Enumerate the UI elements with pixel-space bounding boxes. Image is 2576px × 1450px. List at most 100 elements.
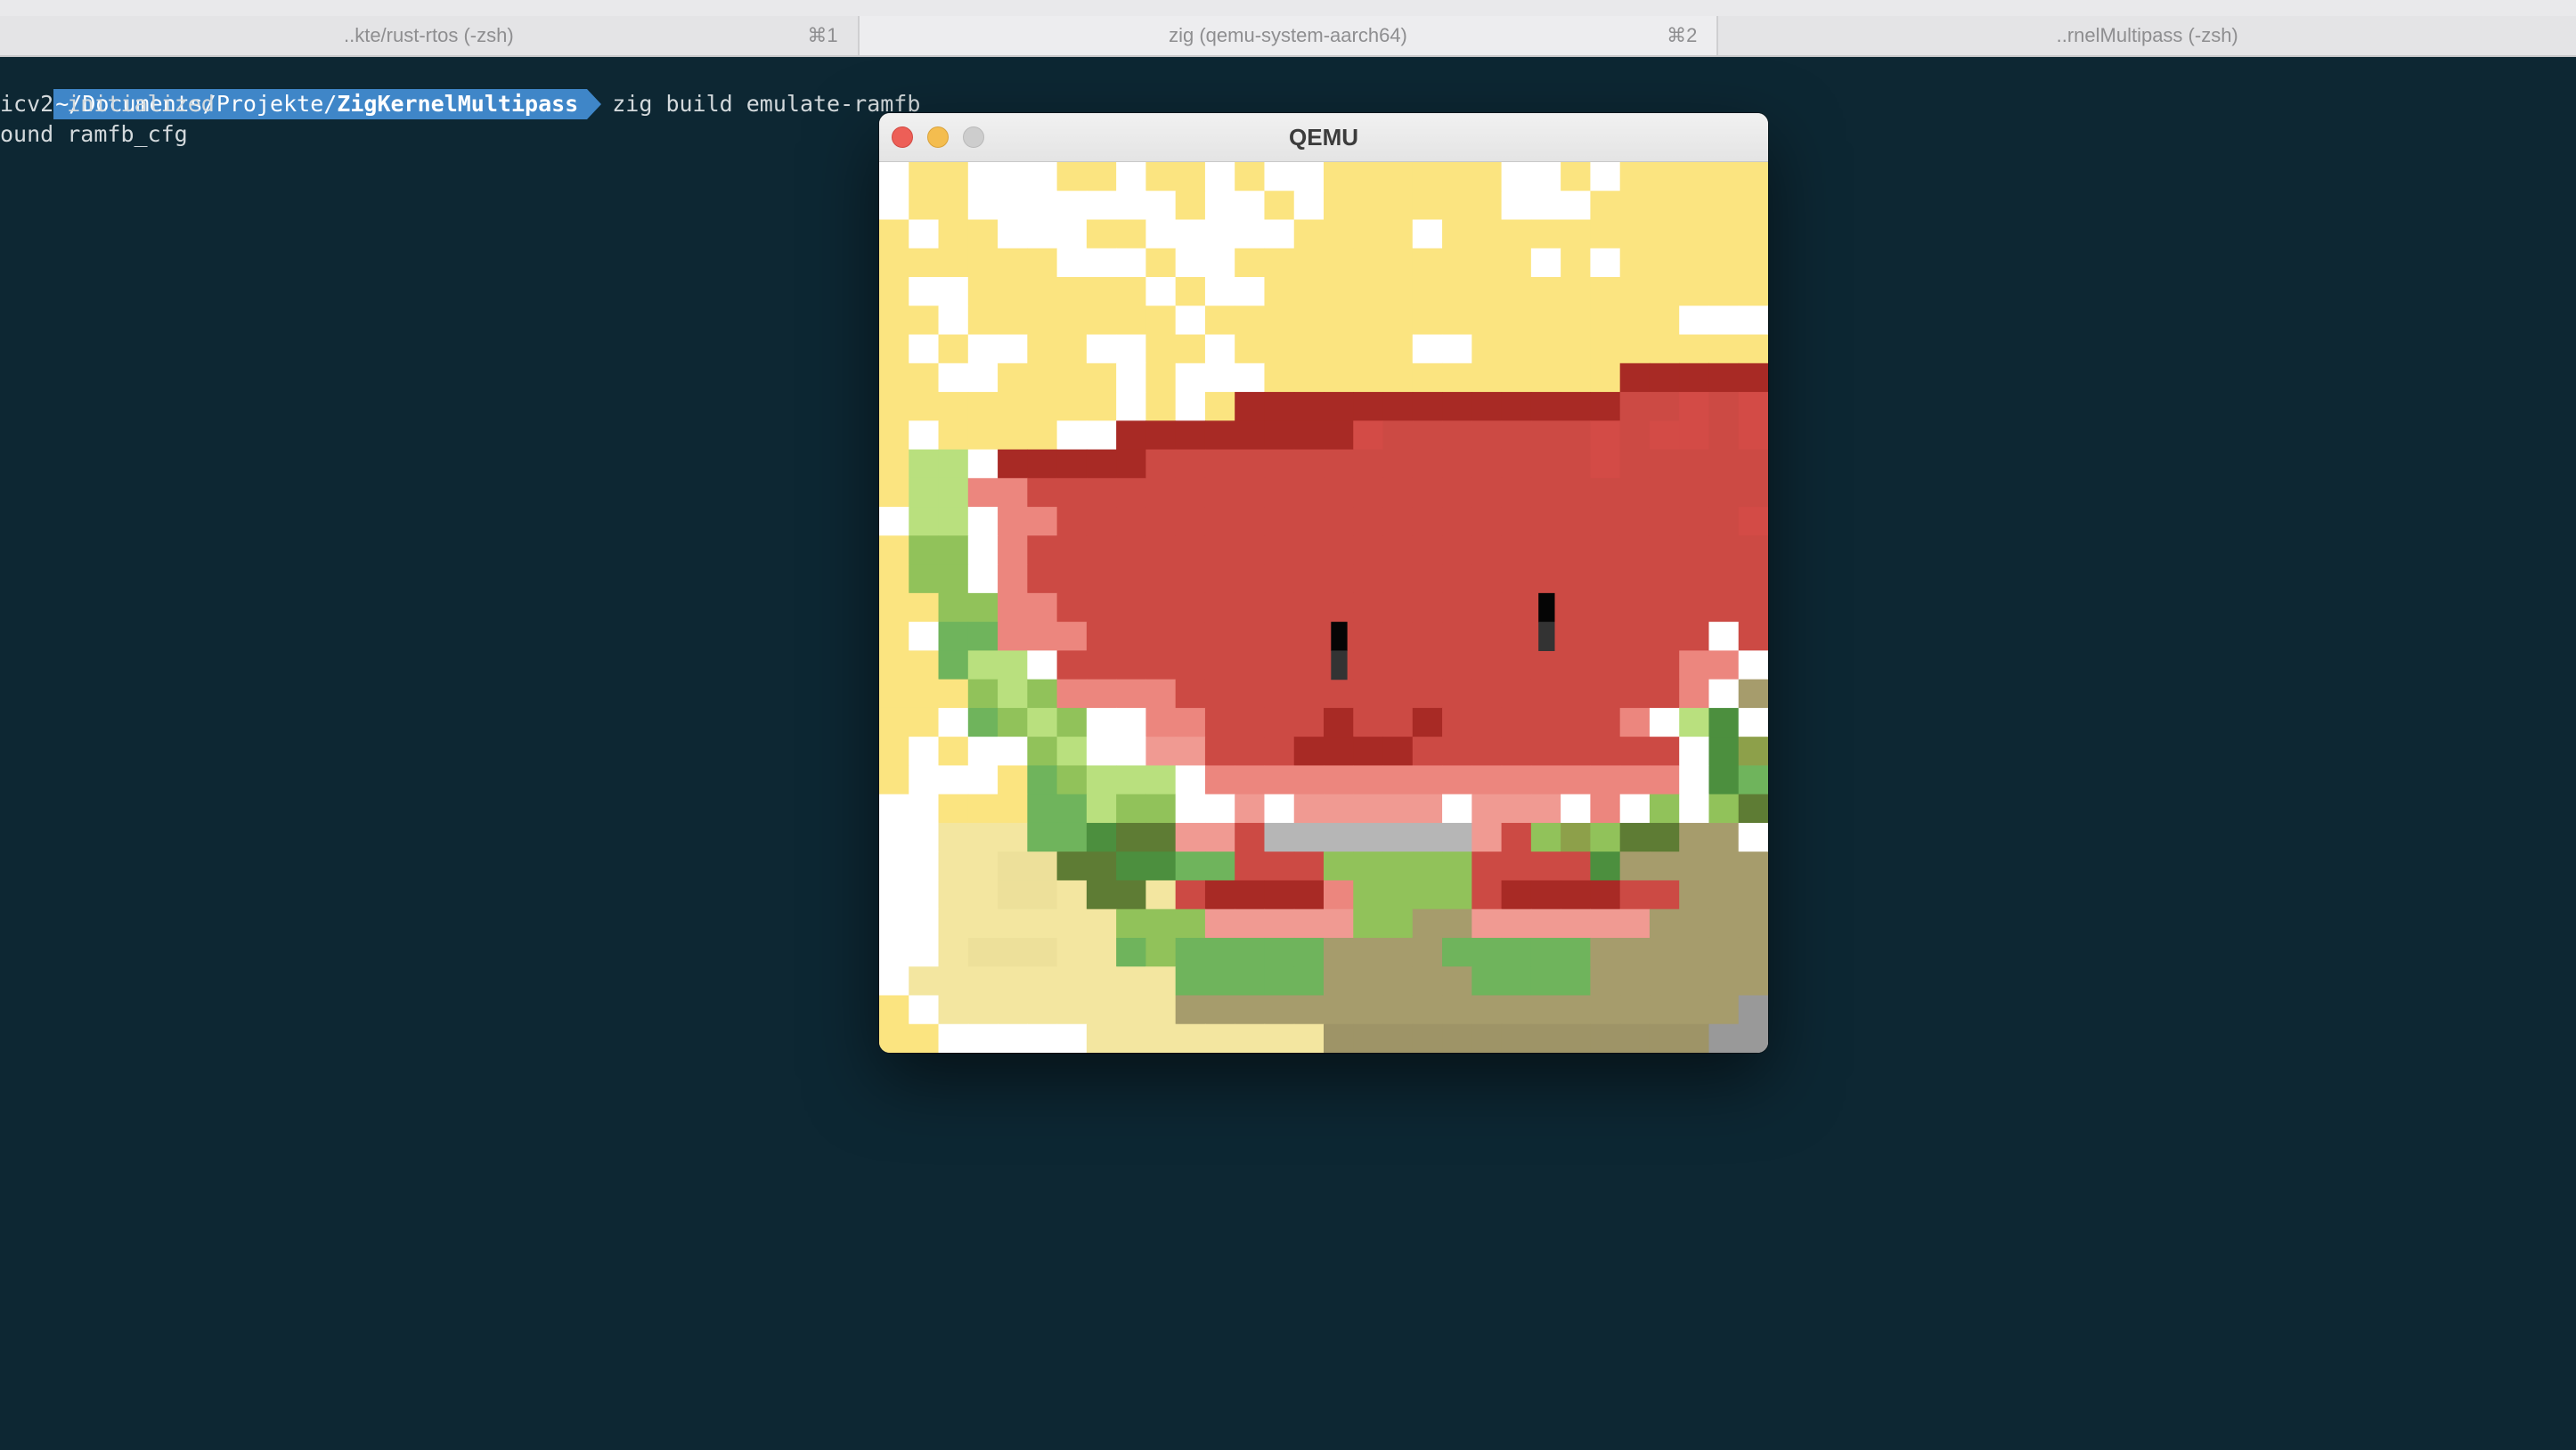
fb-pixel <box>967 535 999 566</box>
fb-pixel <box>938 908 969 939</box>
fb-pixel <box>1145 794 1177 824</box>
fb-pixel <box>967 191 999 221</box>
fb-pixel <box>1235 162 1266 191</box>
fb-pixel <box>998 622 1028 651</box>
fb-pixel <box>1561 650 1591 680</box>
fb-pixel <box>1293 650 1325 680</box>
fb-pixel <box>1619 477 1651 508</box>
fb-pixel <box>1145 535 1177 566</box>
fb-pixel <box>967 880 999 910</box>
fb-pixel <box>998 535 1028 566</box>
fb-pixel <box>1056 995 1088 1025</box>
fb-pixel <box>1264 248 1295 278</box>
fb-pixel <box>1412 592 1443 623</box>
fb-pixel <box>1175 535 1206 566</box>
fb-pixel <box>1056 966 1088 997</box>
fb-pixel <box>1679 737 1710 767</box>
fb-pixel <box>938 191 969 221</box>
fb-pixel <box>938 219 969 249</box>
qemu-titlebar[interactable]: QEMU <box>879 113 1768 162</box>
fb-pixel <box>1204 592 1235 623</box>
fb-pixel <box>1353 248 1384 278</box>
fb-pixel <box>1738 737 1768 767</box>
fb-pixel <box>879 851 909 882</box>
fb-pixel <box>1056 650 1088 680</box>
fb-pixel <box>1679 851 1710 882</box>
fb-pixel <box>1324 880 1354 910</box>
fb-pixel <box>1442 880 1472 910</box>
fb-pixel <box>1353 392 1384 421</box>
fb-pixel <box>1264 765 1295 795</box>
fb-pixel <box>1324 564 1354 594</box>
fb-pixel <box>1738 392 1768 421</box>
fb-pixel <box>1679 305 1710 336</box>
fb-pixel <box>1471 191 1503 221</box>
fb-pixel <box>938 449 969 479</box>
fb-pixel <box>1264 449 1295 479</box>
fb-pixel <box>1561 737 1591 767</box>
fb-pixel <box>1145 765 1177 795</box>
fb-pixel <box>1442 535 1472 566</box>
fb-pixel <box>1649 592 1680 623</box>
fb-pixel <box>1382 219 1414 249</box>
fb-pixel <box>1027 650 1058 680</box>
fb-pixel <box>967 162 999 191</box>
fb-pixel <box>909 592 940 623</box>
fb-pixel <box>1442 420 1472 451</box>
fb-pixel <box>909 851 940 882</box>
terminal-tab-bar: ..kte/rust-rtos (-zsh) ⌘1 zig (qemu-syst… <box>0 16 2576 57</box>
fb-pixel <box>1471 880 1503 910</box>
fb-pixel <box>1116 622 1146 651</box>
fb-pixel <box>1619 650 1651 680</box>
fb-pixel <box>1708 162 1740 191</box>
fb-pixel <box>1264 477 1295 508</box>
fb-pixel <box>1708 622 1740 651</box>
fb-pixel <box>1530 219 1561 249</box>
fb-pixel <box>1086 334 1117 364</box>
fb-pixel <box>1264 937 1295 967</box>
fb-pixel <box>1204 1023 1235 1053</box>
fb-pixel <box>1027 995 1058 1025</box>
fb-pixel <box>967 564 999 594</box>
tab-zig-qemu[interactable]: zig (qemu-system-aarch64) ⌘2 <box>859 16 1719 55</box>
fb-pixel <box>1235 219 1266 249</box>
fb-pixel <box>1264 1023 1295 1053</box>
fb-pixel <box>1027 880 1058 910</box>
framebuffer-display[interactable] <box>879 162 1768 1053</box>
fb-pixel <box>1353 707 1384 737</box>
fb-pixel <box>1293 248 1325 278</box>
fb-pixel <box>1619 162 1651 191</box>
fb-pixel <box>879 966 909 997</box>
fb-pixel <box>1324 449 1354 479</box>
fb-pixel <box>1235 191 1266 221</box>
fb-pixel <box>1649 737 1680 767</box>
fb-pixel <box>1561 622 1591 651</box>
fb-pixel <box>1530 449 1561 479</box>
fb-pixel <box>909 880 940 910</box>
fb-pixel <box>1116 592 1146 623</box>
fb-pixel <box>1324 592 1354 623</box>
fb-pixel <box>938 707 969 737</box>
fb-pixel <box>1679 277 1710 306</box>
fb-pixel <box>1530 794 1561 824</box>
fb-pixel <box>1412 1023 1443 1053</box>
qemu-window[interactable]: QEMU <box>879 113 1768 1053</box>
fb-pixel <box>998 908 1028 939</box>
fb-pixel <box>879 449 909 479</box>
fb-pixel <box>998 334 1028 364</box>
fb-pixel <box>879 622 909 651</box>
fb-pixel <box>1738 765 1768 795</box>
fb-pixel <box>909 535 940 566</box>
fb-pixel <box>1086 191 1117 221</box>
fb-pixel <box>1353 305 1384 336</box>
fb-pixel <box>1442 191 1472 221</box>
fb-pixel <box>1501 248 1532 278</box>
fb-pixel <box>1382 707 1414 737</box>
tab-rust-rtos[interactable]: ..kte/rust-rtos (-zsh) ⌘1 <box>0 16 860 55</box>
fb-pixel <box>1471 507 1503 536</box>
fb-pixel <box>1324 1023 1354 1053</box>
tab-zig-kernel-multipass[interactable]: ..rnelMultipass (-zsh) <box>1718 16 2576 55</box>
fb-pixel <box>967 995 999 1025</box>
fb-pixel <box>1649 679 1680 709</box>
fb-pixel <box>967 679 999 709</box>
